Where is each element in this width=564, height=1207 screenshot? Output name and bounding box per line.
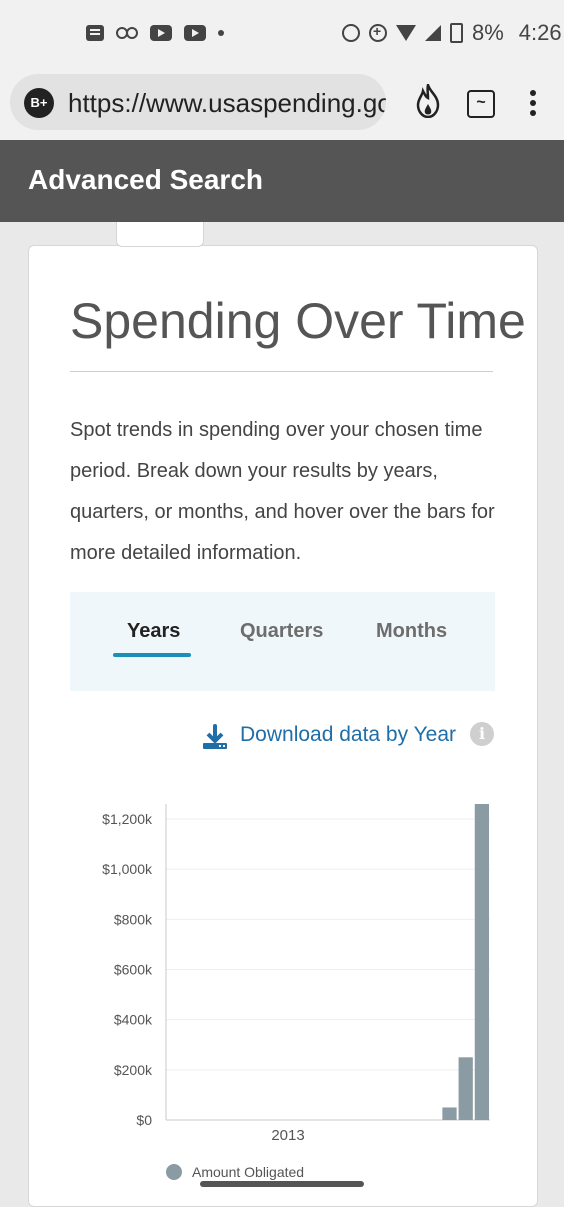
y-tick-label: $1,000k — [102, 861, 153, 877]
y-tick-label: $600k — [114, 962, 153, 978]
data-saver-icon — [369, 23, 387, 42]
period-tabs: Years Quarters Months — [70, 592, 495, 691]
tab-switcher-icon[interactable]: ~ — [467, 90, 495, 118]
y-tick-label: $1,200k — [102, 811, 153, 827]
wifi-icon — [396, 25, 416, 41]
gesture-home-bar[interactable] — [200, 1181, 364, 1187]
alarm-icon — [342, 24, 360, 42]
section-title: Spending Over Time — [70, 293, 526, 349]
tab-years[interactable]: Years — [127, 620, 180, 643]
info-icon[interactable]: i — [470, 722, 494, 746]
url-text[interactable]: https://www.usaspending.gov — [68, 88, 386, 119]
y-tick-label: $0 — [136, 1112, 152, 1128]
flame-icon[interactable] — [414, 84, 442, 118]
download-data-link[interactable]: Download data by Year — [240, 723, 456, 747]
youtube-icon — [150, 25, 172, 41]
address-bar[interactable]: B+ https://www.usaspending.gov — [10, 74, 386, 130]
title-divider — [70, 371, 493, 372]
tab-months[interactable]: Months — [376, 620, 447, 643]
y-tick-label: $400k — [114, 1012, 153, 1028]
site-badge-icon[interactable]: B+ — [24, 88, 54, 118]
card-tab-notch — [116, 222, 204, 247]
battery-icon — [450, 23, 463, 43]
chart-bar — [458, 1057, 473, 1120]
voicemail-icon — [116, 27, 138, 39]
x-tick-label: 2013 — [271, 1127, 304, 1144]
app-header: Advanced Search — [0, 140, 564, 222]
legend-label: Amount Obligated — [192, 1164, 304, 1180]
page-title: Advanced Search — [28, 164, 263, 195]
signal-icon — [425, 25, 441, 41]
tab-quarters[interactable]: Quarters — [240, 620, 323, 643]
dot-icon — [218, 30, 224, 36]
spending-bar-chart: $0 $200k $400k $600k $800k $1,000k $1,200k 2013… — [102, 804, 490, 1180]
download-icon[interactable] — [202, 724, 228, 750]
message-icon — [86, 25, 104, 41]
notification-icons — [86, 22, 224, 44]
clock: 4:26 — [518, 20, 562, 45]
chart-bar — [442, 1107, 457, 1120]
battery-percent: 8% — [472, 20, 504, 45]
status-bar: 8% 4:26 — [0, 0, 564, 64]
youtube-icon — [184, 25, 206, 41]
y-tick-label: $800k — [114, 911, 153, 927]
y-tick-label: $200k — [114, 1062, 153, 1078]
section-description: Spot trends in spending over your chosen… — [70, 419, 495, 564]
active-tab-underline — [113, 653, 191, 657]
legend-swatch — [166, 1164, 182, 1180]
more-options-icon[interactable] — [530, 90, 536, 116]
chart-bar — [474, 804, 490, 1120]
system-icons: 8% 4:26 — [342, 20, 562, 45]
